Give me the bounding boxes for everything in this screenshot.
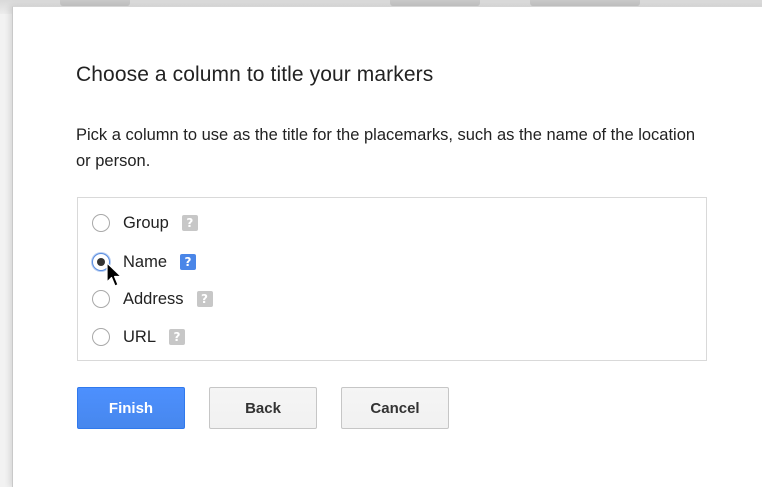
radio-url[interactable] — [92, 328, 110, 346]
column-options-list: Group ? Name ? Address ? URL ? — [77, 197, 707, 361]
question-icon[interactable]: ? — [180, 254, 197, 270]
option-label: URL — [123, 327, 157, 346]
back-button[interactable]: Back — [209, 387, 317, 429]
dialog-description: Pick a column to use as the title for th… — [76, 126, 696, 170]
radio-address[interactable] — [92, 290, 110, 308]
radio-name[interactable] — [92, 253, 110, 271]
dialog-title: Choose a column to title your markers — [76, 63, 434, 86]
question-icon[interactable]: ? — [196, 291, 213, 307]
option-label: Name — [123, 252, 168, 271]
question-icon[interactable]: ? — [169, 329, 186, 345]
option-name[interactable]: Name ? — [92, 249, 197, 275]
option-label: Group — [123, 213, 169, 232]
cancel-button[interactable]: Cancel — [341, 387, 449, 429]
finish-button[interactable]: Finish — [77, 387, 185, 429]
question-icon[interactable]: ? — [181, 215, 198, 231]
radio-group[interactable] — [92, 214, 110, 232]
option-url[interactable]: URL ? — [92, 324, 186, 350]
option-label: Address — [123, 289, 184, 308]
choose-title-column-dialog: Choose a column to title your markers Pi… — [12, 6, 762, 487]
option-group[interactable]: Group ? — [92, 210, 198, 236]
option-address[interactable]: Address ? — [92, 286, 213, 312]
